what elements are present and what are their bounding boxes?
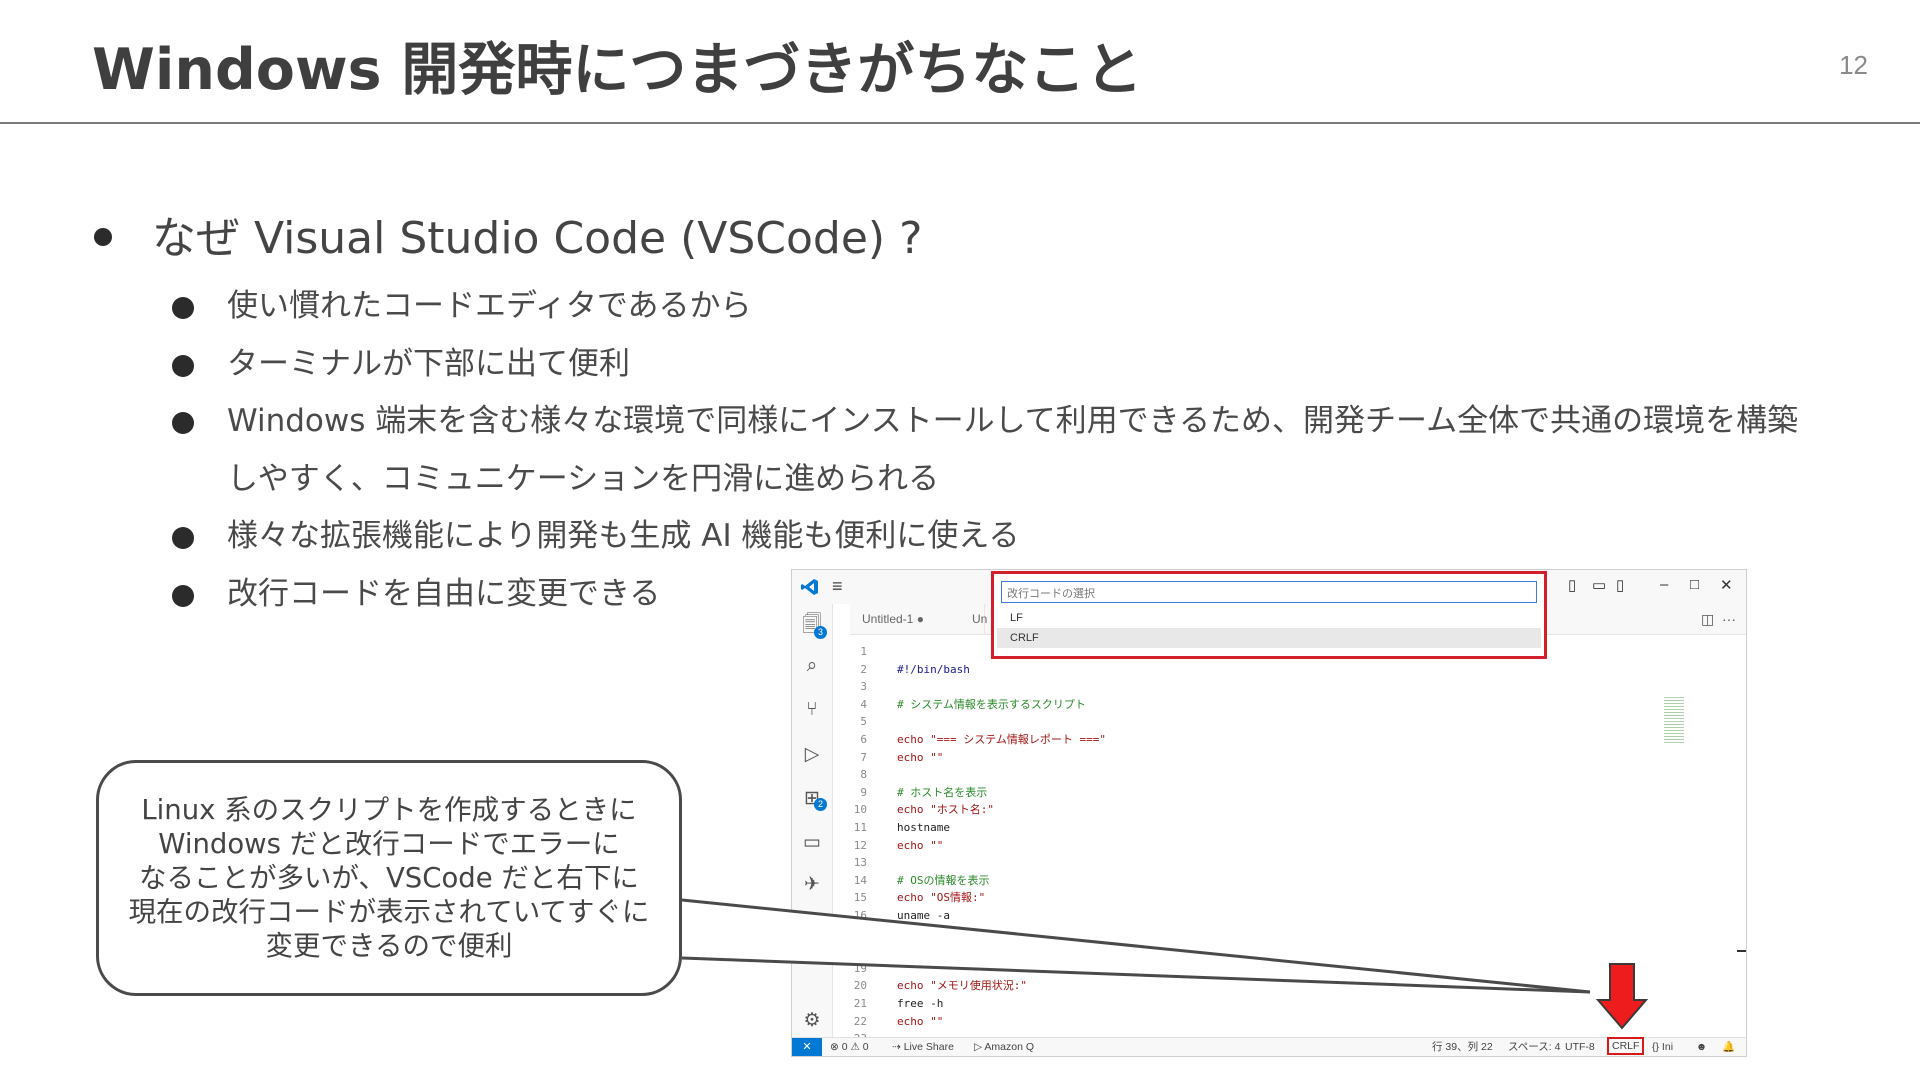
quick-pick-item-lf[interactable]: LF xyxy=(997,608,1541,628)
red-down-arrow-icon xyxy=(1595,963,1649,1030)
callout-bubble: Linux 系のスクリプトを作成するときに Windows だと改行コードでエラ… xyxy=(96,760,682,996)
quick-pick-input[interactable]: 改行コードの選択 xyxy=(1001,581,1537,603)
eol-quick-pick: 改行コードの選択 LF CRLF xyxy=(991,571,1547,659)
callout-text: Linux 系のスクリプトを作成するときに Windows だと改行コードでエラ… xyxy=(128,794,650,962)
quick-pick-item-crlf[interactable]: CRLF xyxy=(997,628,1541,648)
